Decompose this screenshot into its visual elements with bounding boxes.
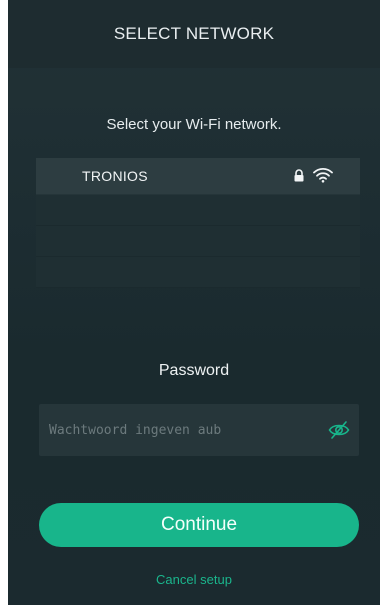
network-name: TRONIOS [82, 168, 148, 184]
list-item [36, 195, 360, 226]
password-input[interactable] [39, 404, 319, 456]
lock-icon [294, 169, 304, 182]
password-label: Password [158, 362, 230, 379]
cancel-setup-link[interactable]: Cancel setup [8, 572, 380, 587]
network-list: TRONIOS [36, 158, 360, 308]
network-item-tronios[interactable]: TRONIOS [36, 158, 360, 195]
password-field-container [39, 404, 359, 456]
wifi-icon [313, 168, 333, 183]
page-title: SELECT NETWORK [113, 24, 275, 43]
eye-off-icon[interactable] [328, 420, 350, 440]
app-screen: SELECT NETWORK Select your Wi-Fi network… [8, 0, 380, 605]
list-item [36, 257, 360, 288]
continue-button[interactable]: Continue [39, 503, 359, 547]
app-header: SELECT NETWORK [8, 0, 380, 68]
list-item [36, 226, 360, 257]
network-instructions: Select your Wi-Fi network. [106, 116, 282, 133]
